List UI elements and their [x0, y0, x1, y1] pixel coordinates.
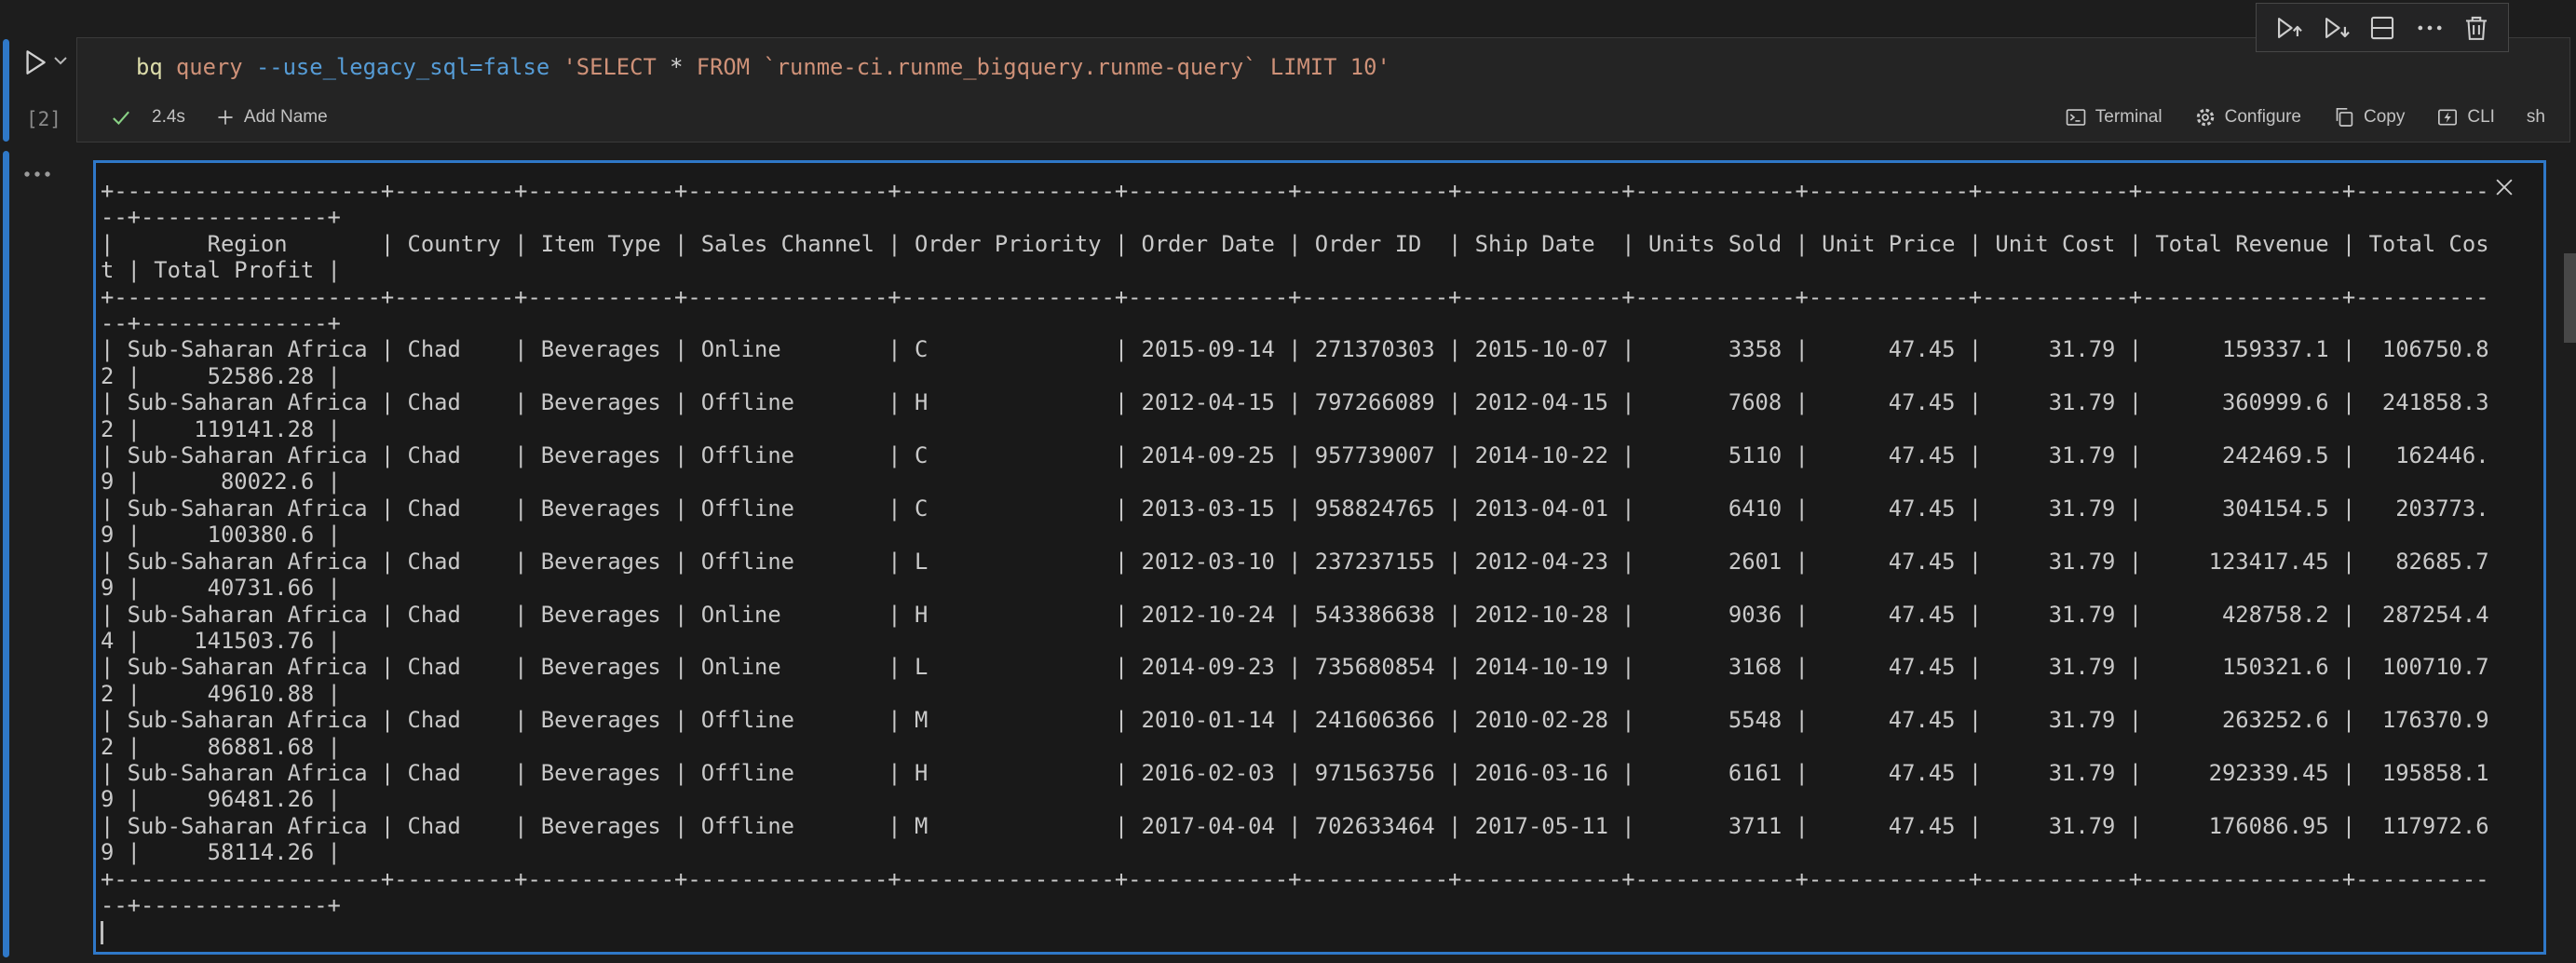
ellipsis-icon	[2414, 12, 2446, 44]
chevron-down-icon[interactable]	[52, 54, 69, 67]
cell-status-bar: 2.4s Add Name Terminal Configure	[109, 100, 2545, 135]
cell-focus-bar	[3, 39, 9, 142]
close-icon[interactable]	[2491, 174, 2517, 200]
status-right: Terminal Configure Copy CLI	[2065, 106, 2545, 129]
code-cell: bq query --use_legacy_sql=false 'SELECT …	[76, 37, 2570, 142]
copy-label: Copy	[2364, 107, 2405, 128]
configure-label: Configure	[2225, 107, 2301, 128]
ellipsis-icon	[22, 168, 56, 181]
terminal-output[interactable]: +--------------------+---------+--------…	[93, 160, 2546, 955]
plus-icon	[215, 107, 236, 128]
play-up-icon	[2271, 11, 2305, 45]
run-cell-button[interactable]	[19, 47, 50, 78]
scrollbar-thumb[interactable]	[2564, 253, 2576, 343]
language-label: sh	[2527, 107, 2545, 128]
add-name-label: Add Name	[244, 107, 328, 128]
play-icon	[19, 47, 50, 78]
query-result-table: +--------------------+---------+--------…	[96, 163, 2543, 945]
gear-icon	[2194, 106, 2217, 129]
cli-bolt-icon	[2436, 106, 2459, 129]
execute-cell-and-below-button[interactable]	[2319, 11, 2352, 45]
cli-button[interactable]: CLI	[2436, 106, 2495, 129]
terminal-button[interactable]: Terminal	[2065, 106, 2162, 129]
add-name-button[interactable]: Add Name	[215, 107, 328, 128]
terminal-icon	[2065, 106, 2087, 129]
copy-button[interactable]: Copy	[2333, 106, 2405, 129]
language-picker[interactable]: sh	[2527, 107, 2545, 128]
table-text: +--------------------+---------+--------…	[101, 178, 2489, 918]
cli-label: CLI	[2467, 107, 2495, 128]
delete-cell-button[interactable]	[2460, 11, 2493, 45]
status-left: 2.4s Add Name	[109, 105, 328, 129]
output-options-button[interactable]	[22, 168, 56, 181]
terminal-cursor	[101, 921, 103, 944]
configure-button[interactable]: Configure	[2194, 106, 2301, 129]
command-line[interactable]: bq query --use_legacy_sql=false 'SELECT …	[136, 51, 1390, 83]
trash-icon	[2461, 12, 2492, 44]
terminal-label: Terminal	[2095, 107, 2162, 128]
execute-above-button[interactable]	[2271, 11, 2305, 45]
success-check-icon	[109, 105, 133, 129]
execution-count: [2]	[26, 108, 61, 130]
cell-toolbar	[2256, 3, 2509, 52]
play-down-icon	[2319, 11, 2352, 45]
split-cell-button[interactable]	[2366, 11, 2399, 45]
more-actions-button[interactable]	[2413, 11, 2447, 45]
output-focus-bar	[3, 151, 9, 957]
execution-duration: 2.4s	[152, 107, 185, 128]
copy-icon	[2333, 106, 2355, 129]
split-cell-icon	[2366, 12, 2398, 44]
